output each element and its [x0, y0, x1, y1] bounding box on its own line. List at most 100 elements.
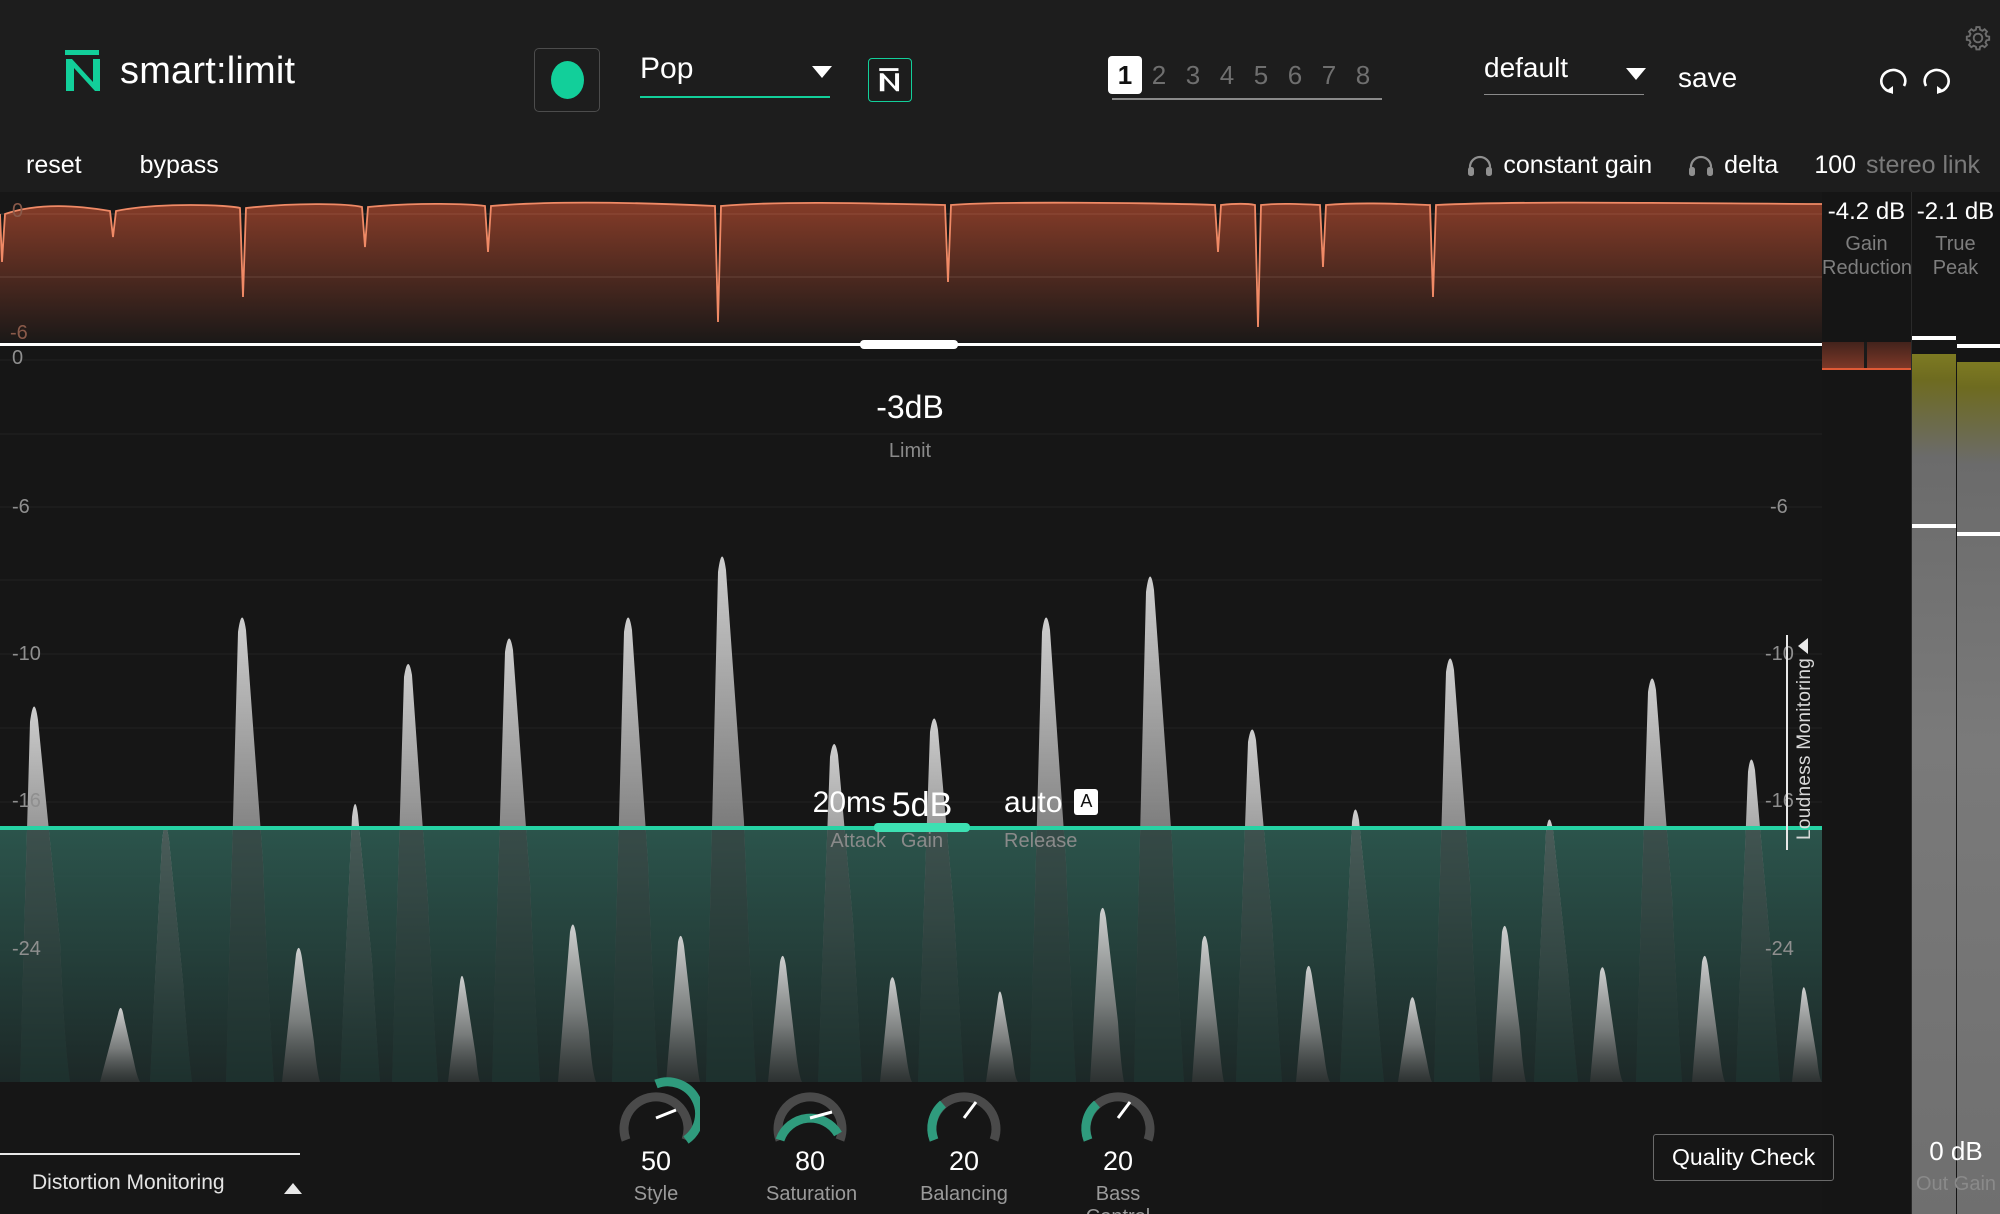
reset-button[interactable]: reset: [26, 151, 82, 180]
stereo-link-control[interactable]: 100 stereo link: [1814, 151, 1980, 180]
chevron-down-icon[interactable]: [1626, 68, 1646, 80]
level-meter-right-rms-peak: [1957, 532, 2000, 536]
distortion-monitoring-panel-toggle[interactable]: Distortion Monitoring: [0, 1153, 302, 1214]
loudness-monitoring-divider: [1786, 635, 1788, 850]
out-gain-control[interactable]: 0 dB Out Gain: [1912, 1136, 2000, 1196]
preset-name-value: default: [1484, 52, 1569, 83]
true-peak-caption: True Peak: [1932, 233, 1979, 279]
gain-value: 5dB: [891, 786, 953, 824]
bypass-button[interactable]: bypass: [140, 151, 219, 180]
preset-slot-7[interactable]: 7: [1312, 56, 1346, 94]
preset-slot-2[interactable]: 2: [1142, 56, 1176, 94]
release-auto-badge[interactable]: A: [1074, 788, 1099, 815]
undo-button[interactable]: [1874, 62, 1912, 101]
distortion-monitoring-label: Distortion Monitoring: [32, 1171, 225, 1194]
gain-reduction-graph[interactable]: [0, 192, 1822, 342]
app-logo: smart:limit: [62, 48, 295, 94]
loudness-monitoring-label: Loudness Monitoring: [1794, 657, 1815, 840]
gain-reduction-value: -4.2 dB: [1827, 198, 1906, 225]
axis-label-minus6: -6: [12, 496, 30, 518]
gain-caption: Gain: [900, 830, 944, 852]
style-preset-value: Pop: [640, 52, 694, 85]
release-value: auto: [1004, 786, 1063, 819]
true-peak-value: -2.1 dB: [1916, 198, 1995, 225]
ab-compare-button[interactable]: [868, 58, 912, 102]
distortion-monitoring-divider: [0, 1153, 300, 1155]
preset-slot-group[interactable]: 1 2 3 4 5 6 7 8: [1108, 56, 1380, 94]
triangle-up-icon: [284, 1183, 302, 1194]
delta-toggle[interactable]: delta: [1688, 151, 1778, 180]
level-meter-right: [1957, 342, 2000, 1214]
level-meter-right-fill: [1957, 362, 2000, 1214]
level-meter-left-fill: [1912, 354, 1956, 1214]
axis-label-right-minus6: -6: [1770, 496, 1788, 518]
style-knob[interactable]: 50 Style: [612, 1072, 700, 1214]
balancing-knob-icon: [927, 1092, 1001, 1142]
preset-slot-4[interactable]: 4: [1210, 56, 1244, 94]
out-gain-value: 0 dB: [1929, 1136, 1983, 1166]
limit-drag-handle[interactable]: [860, 340, 958, 349]
smartlimit-logo-icon: [65, 50, 100, 91]
axis-label-right-minus24: -24: [1765, 938, 1794, 960]
gain-reduction-caption: Gain Reduction: [1822, 233, 1913, 279]
balancing-knob[interactable]: 20 Balancing: [920, 1072, 1008, 1214]
gain-reduction-meter-needle: [1864, 342, 1867, 368]
release-caption: Release: [1004, 830, 1078, 852]
axis-label-0: 0: [12, 347, 24, 369]
constant-gain-label: constant gain: [1503, 151, 1653, 179]
saturation-knob-icon: [773, 1092, 847, 1142]
toolbar-right-group: constant gain delta 100 stereo link: [1431, 151, 1980, 180]
constant-gain-toggle[interactable]: constant gain: [1467, 151, 1652, 180]
level-meter-left-rms-peak: [1912, 524, 1956, 528]
preset-slot-3[interactable]: 3: [1176, 56, 1210, 94]
level-meter-right-peak: [1957, 344, 2000, 348]
knob-group: 50 Style 80 Saturation 20 Balancing 20 B…: [612, 1072, 1162, 1214]
preset-name-underline: [1484, 94, 1644, 95]
stereo-link-label: stereo link: [1866, 151, 1980, 179]
power-toggle-button[interactable]: [534, 48, 600, 112]
level-meter-left-peak: [1912, 336, 1956, 340]
style-knob-value: 50: [640, 1146, 672, 1176]
preset-slot-1[interactable]: 1: [1108, 56, 1142, 94]
axis-label-right-minus10: -10: [1765, 643, 1794, 665]
chevron-down-icon[interactable]: [812, 66, 832, 78]
app-title: smart:limit: [120, 50, 296, 92]
gr-axis-label-0: 0: [12, 200, 24, 222]
quality-check-button[interactable]: Quality Check: [1653, 1134, 1835, 1181]
preset-slot-6[interactable]: 6: [1278, 56, 1312, 94]
saturation-knob[interactable]: 80 Saturation: [766, 1072, 858, 1214]
release-value-wrap[interactable]: auto A: [1004, 786, 1144, 820]
bass-control-knob[interactable]: 20 Bass Control: [1074, 1072, 1162, 1214]
stereo-link-value: 100: [1814, 151, 1857, 179]
bass-control-knob-value: 20: [1102, 1146, 1134, 1176]
preset-name-select[interactable]: default: [1484, 52, 1644, 95]
true-peak-readout: -2.1 dB True Peak: [1911, 192, 2000, 280]
settings-button[interactable]: [1964, 24, 1992, 57]
gain-reduction-meter: [1822, 342, 1912, 1214]
style-preset-select[interactable]: Pop: [640, 52, 830, 98]
gain-value-wrap[interactable]: 5dB: [862, 786, 982, 825]
saturation-knob-label: Saturation: [766, 1183, 858, 1205]
gain-reduction-meter-peak: [1822, 368, 1911, 370]
style-knob-label: Style: [633, 1183, 679, 1205]
headphones-icon: [1468, 155, 1493, 176]
toolbar-left-group: reset bypass: [26, 151, 219, 180]
preset-slot-8[interactable]: 8: [1346, 56, 1380, 94]
save-button[interactable]: save: [1678, 62, 1737, 94]
limit-value[interactable]: -3dB: [790, 389, 1030, 426]
balancing-knob-label: Balancing: [920, 1183, 1008, 1205]
axis-label-minus10: -10: [12, 643, 41, 665]
undo-icon: [1880, 68, 1907, 94]
smart-limit-window: smart:limit Pop 1 2 3 4 5 6 7 8 default …: [0, 0, 2000, 1214]
headphones-icon: [1689, 155, 1714, 176]
redo-button[interactable]: [1918, 62, 1956, 101]
power-toggle-icon: [550, 61, 584, 99]
bass-control-knob-label: Bass Control: [1086, 1183, 1150, 1214]
ab-compare-icon: [879, 68, 900, 92]
preset-slot-5[interactable]: 5: [1244, 56, 1278, 94]
preset-slot-underline: [1112, 98, 1382, 100]
limit-caption: Limit: [888, 440, 932, 462]
style-preset-underline: [640, 96, 830, 98]
axis-label-right-minus16: -16: [1765, 790, 1794, 812]
level-meter-left: [1912, 336, 1956, 1214]
